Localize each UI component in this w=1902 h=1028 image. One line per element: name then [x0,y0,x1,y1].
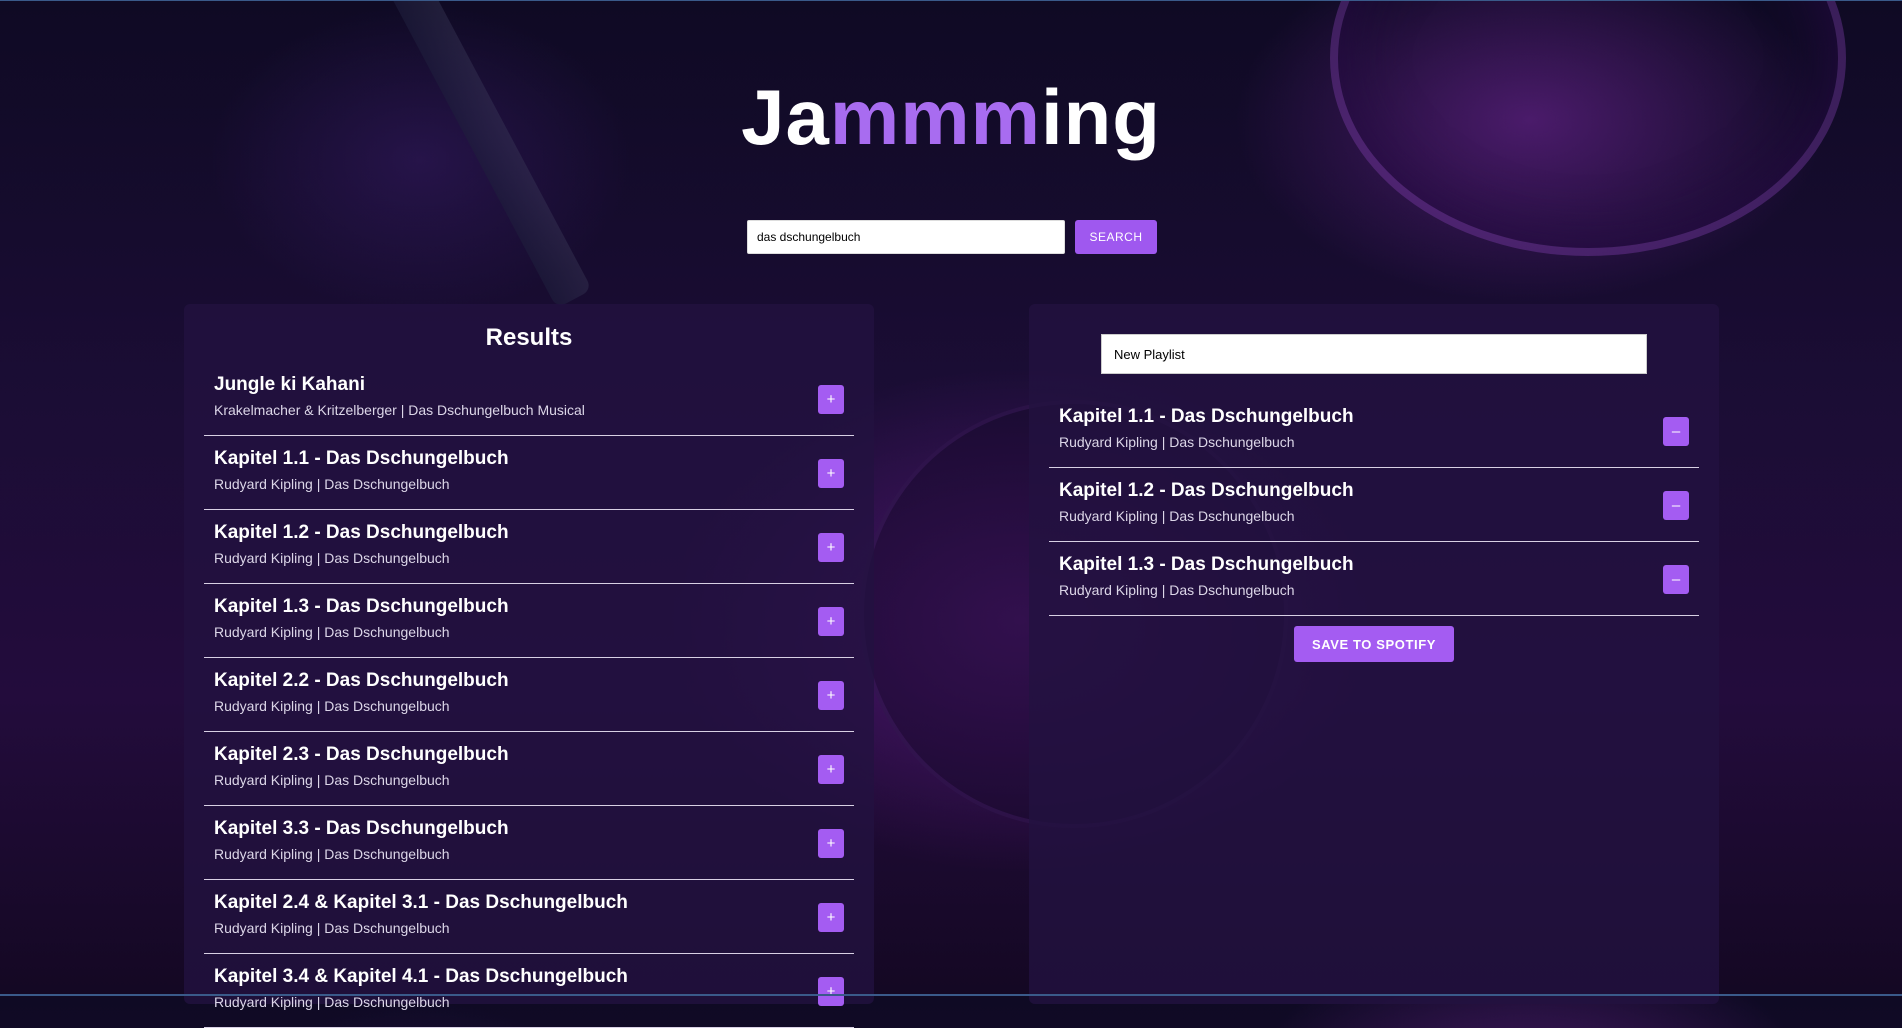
track-item: Kapitel 3.3 - Das Dschungelbuch Rudyard K… [204,806,854,880]
track-artist-album: Rudyard Kipling | Das Dschungelbuch [1059,434,1295,450]
app-title: Jammming [0,72,1902,163]
track-name: Jungle ki Kahani [214,374,365,395]
track-item: Kapitel 1.1 - Das Dschungelbuch Rudyard K… [1049,394,1699,468]
track-artist-album: Rudyard Kipling | Das Dschungelbuch [1059,508,1295,524]
track-item: Kapitel 2.3 - Das Dschungelbuch Rudyard K… [204,732,854,806]
add-track-button[interactable]: + [818,681,844,710]
search-input[interactable] [747,220,1065,254]
track-name: Kapitel 1.3 - Das Dschungelbuch [214,596,509,617]
track-item: Kapitel 1.3 - Das Dschungelbuch Rudyard K… [1049,542,1699,616]
track-artist-album: Rudyard Kipling | Das Dschungelbuch [214,624,450,640]
track-item: Kapitel 1.3 - Das Dschungelbuch Rudyard K… [204,584,854,658]
results-panel: Results Jungle ki Kahani Krakelmacher & K… [184,304,874,1028]
track-name: Kapitel 1.2 - Das Dschungelbuch [214,522,509,543]
track-artist-album: Rudyard Kipling | Das Dschungelbuch [214,476,450,492]
add-track-button[interactable]: + [818,533,844,562]
track-artist-album: Rudyard Kipling | Das Dschungelbuch [1059,582,1295,598]
add-track-button[interactable]: + [818,903,844,932]
track-artist-album: Rudyard Kipling | Das Dschungelbuch [214,994,450,1010]
add-track-button[interactable]: + [818,977,844,1006]
results-title: Results [485,324,573,351]
track-name: Kapitel 3.3 - Das Dschungelbuch [214,818,509,839]
track-item: Kapitel 2.4 & Kapitel 3.1 - Das Dschunge… [204,880,854,954]
track-item: Kapitel 1.2 - Das Dschungelbuch Rudyard K… [1049,468,1699,542]
add-track-button[interactable]: + [818,607,844,636]
track-name: Kapitel 1.1 - Das Dschungelbuch [214,448,509,469]
track-item: Kapitel 2.2 - Das Dschungelbuch Rudyard K… [204,658,854,732]
track-name: Kapitel 1.2 - Das Dschungelbuch [1059,480,1354,501]
remove-track-button[interactable]: – [1663,565,1689,594]
playlist-panel: Kapitel 1.1 - Das Dschungelbuch Rudyard K… [1029,304,1719,1004]
track-name: Kapitel 3.4 & Kapitel 4.1 - Das Dschunge… [214,966,628,987]
track-item: Kapitel 1.2 - Das Dschungelbuch Rudyard K… [204,510,854,584]
track-artist-album: Rudyard Kipling | Das Dschungelbuch [214,846,450,862]
track-name: Kapitel 2.4 & Kapitel 3.1 - Das Dschunge… [214,892,628,913]
playlist-track-list: Kapitel 1.1 - Das Dschungelbuch Rudyard K… [1029,394,1719,616]
search-bar: SEARCH [747,220,1157,254]
track-item: Kapitel 3.4 & Kapitel 4.1 - Das Dschunge… [204,954,854,1028]
track-artist-album: Krakelmacher & Kritzelberger | Das Dschu… [214,402,585,418]
app-title-part: ing [1040,73,1161,161]
track-name: Kapitel 2.3 - Das Dschungelbuch [214,744,509,765]
add-track-button[interactable]: + [818,385,844,414]
app-title-part: Ja [741,73,830,161]
track-artist-album: Rudyard Kipling | Das Dschungelbuch [214,920,450,936]
search-button[interactable]: SEARCH [1075,220,1157,254]
track-artist-album: Rudyard Kipling | Das Dschungelbuch [214,550,450,566]
track-name: Kapitel 1.1 - Das Dschungelbuch [1059,406,1354,427]
add-track-button[interactable]: + [818,755,844,784]
remove-track-button[interactable]: – [1663,491,1689,520]
track-item: Kapitel 1.1 - Das Dschungelbuch Rudyard K… [204,436,854,510]
playlist-name-input[interactable] [1101,334,1647,374]
track-artist-album: Rudyard Kipling | Das Dschungelbuch [214,772,450,788]
save-to-spotify-button[interactable]: SAVE TO SPOTIFY [1294,626,1454,662]
add-track-button[interactable]: + [818,459,844,488]
track-name: Kapitel 2.2 - Das Dschungelbuch [214,670,509,691]
app-title-accent: mmm [829,73,1041,161]
track-artist-album: Rudyard Kipling | Das Dschungelbuch [214,698,450,714]
track-item: Jungle ki Kahani Krakelmacher & Kritzelbe… [204,362,854,436]
remove-track-button[interactable]: – [1663,417,1689,446]
results-track-list: Jungle ki Kahani Krakelmacher & Kritzelbe… [184,362,874,1028]
add-track-button[interactable]: + [818,829,844,858]
track-name: Kapitel 1.3 - Das Dschungelbuch [1059,554,1354,575]
